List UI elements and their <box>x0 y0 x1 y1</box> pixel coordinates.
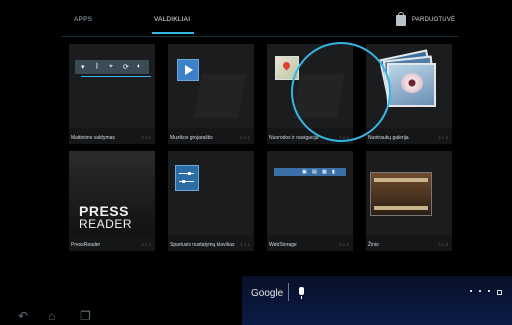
sync-icon: ⟳ <box>123 64 129 71</box>
store-button[interactable]: PARDUOTUVĖ <box>396 11 456 27</box>
widget-tile-music-playlist[interactable]: Muzikos grojaraštis 2 x 1 <box>168 44 254 144</box>
play-icon <box>177 59 199 81</box>
widget-size: 2 x 1 <box>240 135 250 140</box>
widget-size: 2 x 2 <box>438 135 448 140</box>
settings-sliders-icon <box>175 165 199 191</box>
widget-tile-news[interactable]: Žinio 3 x 3 <box>366 151 452 251</box>
homescreen-wallpaper <box>242 276 512 325</box>
power-widget-preview: ▾ ᛒ ⌖ ⟳ ◐ <box>75 60 151 77</box>
widget-label: Muzikos grojaraštis <box>170 135 213 141</box>
widget-tile-power[interactable]: ▾ ᛒ ⌖ ⟳ ◐ Maitinimo valdymas 4 x 1 <box>69 44 155 144</box>
widget-label: Nuotraukų galerija <box>368 135 409 141</box>
widget-preview: PRESS READER <box>69 151 155 235</box>
navigation-bar: ↶ ⌂ ❐ <box>0 299 242 325</box>
widget-preview: ▾ ᛒ ⌖ ⟳ ◐ <box>69 44 155 128</box>
upload-icon: ▣ <box>302 169 307 175</box>
widget-label: Žinio <box>368 242 379 248</box>
tab-widgets[interactable]: VALDIKLIAI <box>154 16 190 23</box>
widget-label: Nuorodos ir navigacija <box>269 135 319 141</box>
google-search-logo[interactable]: Google <box>251 288 283 299</box>
header-divider <box>62 36 458 37</box>
widget-preview: ▣ ▤ ▦ ▮ <box>267 151 353 235</box>
wifi-icon: ▾ <box>81 64 85 71</box>
widget-tile-pressreader[interactable]: PRESS READER PressReader 3 x 4 <box>69 151 155 251</box>
grid-icon: ▦ <box>322 169 327 175</box>
widget-label: Maitinimo valdymas <box>71 135 115 141</box>
brightness-icon: ◐ <box>137 63 142 70</box>
widget-preview <box>168 44 254 128</box>
flower-photo-icon <box>387 63 436 107</box>
page-indicator <box>470 290 502 295</box>
widget-label: Spartusis nustatymų klavišas <box>170 242 235 248</box>
widget-size: 3 x 3 <box>438 242 448 247</box>
widget-tile-webstorage[interactable]: ▣ ▤ ▦ ▮ WebStorage 3 x 1 <box>267 151 353 251</box>
active-tab-indicator <box>152 32 194 34</box>
recents-icon[interactable]: ❐ <box>80 309 91 323</box>
widget-size: 4 x 1 <box>141 135 151 140</box>
highlight-ring <box>291 42 391 142</box>
news-preview-image <box>370 172 432 216</box>
folder-icon: ▤ <box>312 169 317 175</box>
home-icon[interactable]: ⌂ <box>48 309 55 323</box>
tab-apps[interactable]: APPS <box>74 16 92 23</box>
store-label: PARDUOTUVĖ <box>412 17 456 23</box>
gps-icon: ⌖ <box>109 63 113 70</box>
widget-label: PressReader <box>71 242 101 248</box>
webstorage-bar-preview: ▣ ▤ ▦ ▮ <box>274 168 346 176</box>
widget-tile-quick-settings[interactable]: Spartusis nustatymų klavišas 1 x 1 <box>168 151 254 251</box>
pressreader-logo: PRESS READER <box>69 151 155 235</box>
back-icon[interactable]: ↶ <box>18 309 28 323</box>
widget-preview <box>366 151 452 235</box>
widget-label: WebStorage <box>269 242 297 248</box>
mic-icon: ▮ <box>332 169 335 175</box>
voice-search-icon[interactable] <box>299 287 304 299</box>
widget-preview <box>168 151 254 235</box>
widget-size: 3 x 1 <box>339 242 349 247</box>
shopping-bag-icon <box>396 11 406 26</box>
widget-size: 3 x 4 <box>141 242 151 247</box>
widget-size: 1 x 1 <box>240 242 250 247</box>
bluetooth-icon: ᛒ <box>95 63 100 70</box>
